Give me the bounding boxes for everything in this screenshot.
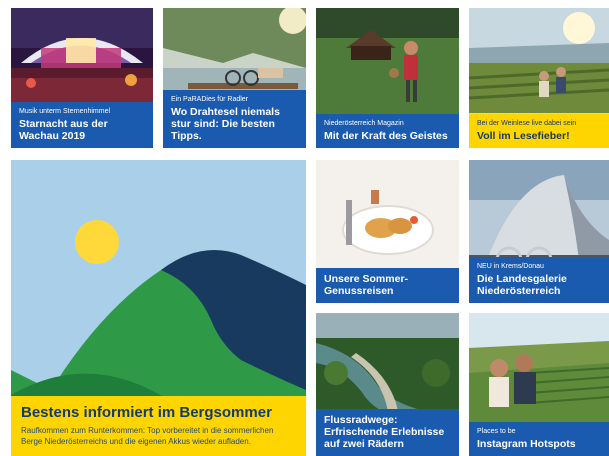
card-kicker: Bei der Weinlese live dabei sein <box>477 120 577 127</box>
card-title: Unsere Sommer-Genussreisen <box>324 273 409 297</box>
hero-caption: Bestens informiert im Bergsommer Raufkom… <box>11 396 306 456</box>
card-caption: Places to be Instagram Hotspots <box>469 422 609 456</box>
card-title: Die Landesgalerie Niederösterreich <box>477 273 567 297</box>
card-title: Voll im Lesefieber! <box>477 130 570 142</box>
card-instagram-hotspots[interactable]: Places to be Instagram Hotspots <box>469 313 609 456</box>
card-starnacht[interactable]: Musik unterm Sternenhimmel Starnacht aus… <box>11 8 153 148</box>
hero-title: Bestens informiert im Bergsommer <box>21 404 272 421</box>
card-title: Wo Drahtesel niemals stur sind: Die best… <box>171 106 280 142</box>
card-caption: Bei der Weinlese live dabei sein Voll im… <box>469 114 609 148</box>
card-flussradwege[interactable]: Flussradwege: Erfrischende Erlebnisse au… <box>316 313 459 456</box>
card-caption: Ein PaRADies für Radler Wo Drahtesel nie… <box>163 90 306 148</box>
card-kicker: Places to be <box>477 428 516 435</box>
card-caption: Flussradwege: Erfrischende Erlebnisse au… <box>316 409 459 456</box>
card-kicker: Niederösterreich Magazin <box>324 120 404 127</box>
card-sommer-genussreisen[interactable]: Unsere Sommer-Genussreisen <box>316 160 459 303</box>
card-kicker: NEU in Krems/Donau <box>477 263 544 270</box>
card-title: Mit der Kraft des Geistes <box>324 130 448 142</box>
card-caption: Unsere Sommer-Genussreisen <box>316 268 459 303</box>
card-drahtesel[interactable]: Ein PaRADies für Radler Wo Drahtesel nie… <box>163 8 306 148</box>
card-title: Flussradwege: Erfrischende Erlebnisse au… <box>324 414 445 450</box>
card-kraft-des-geistes[interactable]: Niederösterreich Magazin Mit der Kraft d… <box>316 8 459 148</box>
card-title: Starnacht aus der Wachau 2019 <box>19 118 108 142</box>
card-title: Instagram Hotspots <box>477 438 576 450</box>
sun-icon <box>75 220 119 264</box>
card-caption: Musik unterm Sternenhimmel Starnacht aus… <box>11 102 153 148</box>
hero-description: Raufkommen zum Runterkommen: Top vorbere… <box>21 426 274 446</box>
card-caption: NEU in Krems/Donau Die Landesgalerie Nie… <box>469 257 609 303</box>
card-kicker: Ein PaRADies für Radler <box>171 96 249 103</box>
card-landesgalerie[interactable]: NEU in Krems/Donau Die Landesgalerie Nie… <box>469 160 609 303</box>
hero-card-bergsommer[interactable]: Bestens informiert im Bergsommer Raufkom… <box>11 160 306 456</box>
card-caption: Niederösterreich Magazin Mit der Kraft d… <box>316 114 459 148</box>
card-kicker: Musik unterm Sternenhimmel <box>19 108 111 115</box>
card-lesefieber[interactable]: Bei der Weinlese live dabei sein Voll im… <box>469 8 609 148</box>
